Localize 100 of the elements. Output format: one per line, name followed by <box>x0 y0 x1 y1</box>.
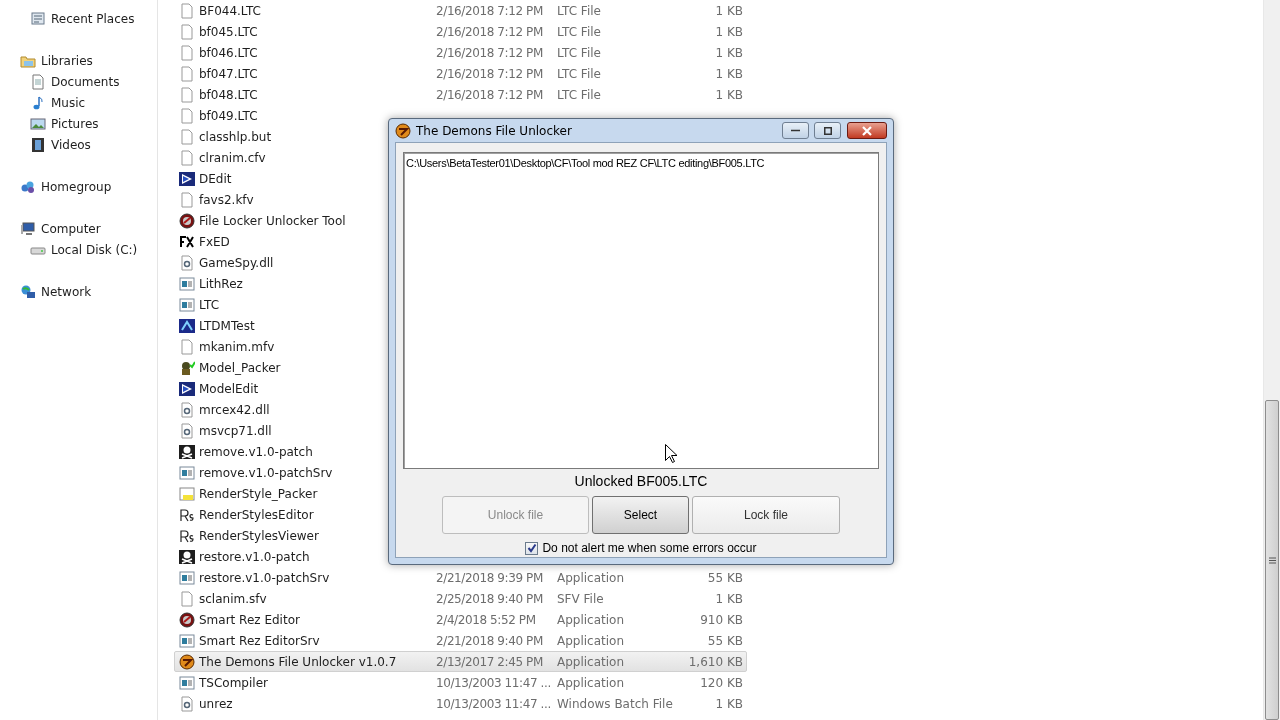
window-icon <box>179 296 195 313</box>
date-cell-text: 2/21/2018 9:39 PM <box>436 569 544 587</box>
sidebar-item[interactable]: Music <box>51 93 86 112</box>
minimize-icon <box>791 129 800 132</box>
file-name[interactable]: mkanim.mfv <box>199 337 275 356</box>
file-name[interactable]: LTDMTest <box>199 316 255 335</box>
file-name[interactable]: msvcp71.dll <box>199 421 272 440</box>
date-cell-text: 10/13/2003 11:47 ... <box>436 695 552 713</box>
file-name[interactable]: mrcex42.dll <box>199 400 270 419</box>
date-cell-text: 2/16/2018 7:12 PM <box>436 23 544 41</box>
file-name[interactable]: RenderStyle_Packer <box>199 484 318 503</box>
file-name[interactable]: RenderStylesEditor <box>199 505 314 524</box>
shapes-icon <box>179 317 195 334</box>
file-icon <box>179 191 195 208</box>
file-name[interactable]: unrez <box>199 694 233 713</box>
sidebar-item[interactable]: Recent Places <box>51 9 135 28</box>
size-cell-text: 1 KB <box>714 86 743 104</box>
file-name[interactable]: bf048.LTC <box>199 85 258 104</box>
date-cell-text: 2/13/2017 2:45 PM <box>436 653 544 671</box>
file-icon <box>179 65 195 82</box>
file-name[interactable]: remove.v1.0-patch <box>199 442 313 461</box>
file-name[interactable]: sclanim.sfv <box>199 589 267 608</box>
sidebar-item[interactable]: Local Disk (C:) <box>51 240 138 259</box>
places-icon <box>30 10 46 27</box>
file-name[interactable]: ModelEdit <box>199 379 259 398</box>
window-icon <box>179 674 195 691</box>
sidebar-item[interactable]: Computer <box>41 219 101 238</box>
file-name[interactable]: The Demons File Unlocker v1.0.7 <box>199 652 397 671</box>
size-cell-text: 55 KB <box>706 632 743 650</box>
size-cell-text: 1,610 KB <box>687 653 743 671</box>
date-cell-text: 2/16/2018 7:12 PM <box>436 86 544 104</box>
file-name[interactable]: TSCompiler <box>199 673 268 692</box>
scroll-thumb[interactable] <box>1265 400 1279 720</box>
film-icon <box>30 136 46 153</box>
sidebar-item[interactable]: Videos <box>51 135 91 154</box>
file-name[interactable]: bf045.LTC <box>199 22 258 41</box>
type-cell-text: Application <box>557 632 626 650</box>
file-name[interactable]: remove.v1.0-patchSrv <box>199 463 333 482</box>
file-name[interactable]: LithRez <box>199 274 243 293</box>
sidebar-item[interactable]: Homegroup <box>41 177 112 196</box>
file-name[interactable]: clranim.cfv <box>199 148 266 167</box>
checkbox[interactable] <box>525 541 539 555</box>
file-name[interactable]: RenderStylesViewer <box>199 526 319 545</box>
file-name[interactable]: bf047.LTC <box>199 64 258 83</box>
file-name[interactable]: favs2.kfv <box>199 190 254 209</box>
skull-icon <box>179 548 195 565</box>
path-text-area[interactable]: C:\Users\BetaTester01\Desktop\CF\Tool mod REZ CF\LTC editing\BF005.LTC <box>403 152 879 469</box>
file-icon <box>179 44 195 61</box>
file-name[interactable]: restore.v1.0-patchSrv <box>199 568 330 587</box>
file-name[interactable]: bf046.LTC <box>199 43 258 62</box>
type-cell-text: LTC File <box>557 86 602 104</box>
sidebar-item[interactable]: Network <box>41 282 92 301</box>
file-name[interactable]: FxED <box>199 232 230 251</box>
file-name[interactable]: classhlp.but <box>199 127 272 146</box>
file-name[interactable]: bf049.LTC <box>199 106 258 125</box>
type-cell-text: Application <box>557 611 626 629</box>
selected-row[interactable]: The Demons File Unlocker v1.0.7 2/13/2017 2:45 PM Application 1,610 KB <box>174 651 747 672</box>
sidebar-item[interactable]: Documents <box>51 72 120 91</box>
status-label: Unlocked BF005.LTC <box>574 472 708 491</box>
close-icon <box>861 125 873 136</box>
play-icon <box>179 170 195 187</box>
document-icon <box>30 73 46 90</box>
minimize-button[interactable] <box>782 122 809 139</box>
demon-logo-icon <box>179 653 195 670</box>
grip-icon <box>1268 556 1276 564</box>
dialog-button[interactable]: Select <box>592 496 689 534</box>
file-name[interactable]: GameSpy.dll <box>199 253 274 272</box>
disc-logo-icon <box>179 212 195 229</box>
type-cell-text: LTC File <box>557 44 602 62</box>
window-title: The Demons File Unlocker <box>416 122 573 140</box>
scrollbar[interactable] <box>1263 0 1280 720</box>
type-cell-text: Application <box>557 674 626 692</box>
file-name[interactable]: Smart Rez EditorSrv <box>199 631 320 650</box>
date-cell-text: 2/16/2018 7:12 PM <box>436 2 544 20</box>
dialog-button[interactable]: Lock file <box>692 496 840 534</box>
window-icon <box>179 632 195 649</box>
size-cell-text: 55 KB <box>706 569 743 587</box>
close-button[interactable] <box>847 122 887 139</box>
size-cell-text: 1 KB <box>714 2 743 20</box>
network-icon <box>20 283 36 300</box>
maximize-button[interactable] <box>814 122 841 139</box>
date-cell-text: 2/16/2018 7:12 PM <box>436 44 544 62</box>
window-icon <box>179 275 195 292</box>
file-name[interactable]: restore.v1.0-patch <box>199 547 310 566</box>
type-cell-text: LTC File <box>557 65 602 83</box>
file-name[interactable]: File Locker Unlocker Tool <box>199 211 346 230</box>
file-name[interactable]: Model_Packer <box>199 358 281 377</box>
maximize-icon <box>823 126 832 135</box>
file-name[interactable]: LTC <box>199 295 220 314</box>
file-name[interactable]: DEdit <box>199 169 232 188</box>
file-icon <box>179 107 195 124</box>
check-icon <box>526 543 537 553</box>
file-name[interactable]: BF044.LTC <box>199 1 261 20</box>
sidebar-item[interactable]: Pictures <box>51 114 99 133</box>
file-name[interactable]: Smart Rez Editor <box>199 610 300 629</box>
computer-icon <box>20 220 36 237</box>
date-cell-text: 2/16/2018 7:12 PM <box>436 65 544 83</box>
package-icon <box>179 485 195 502</box>
sidebar-item[interactable]: Libraries <box>41 51 93 70</box>
demon-logo-icon <box>395 122 411 139</box>
